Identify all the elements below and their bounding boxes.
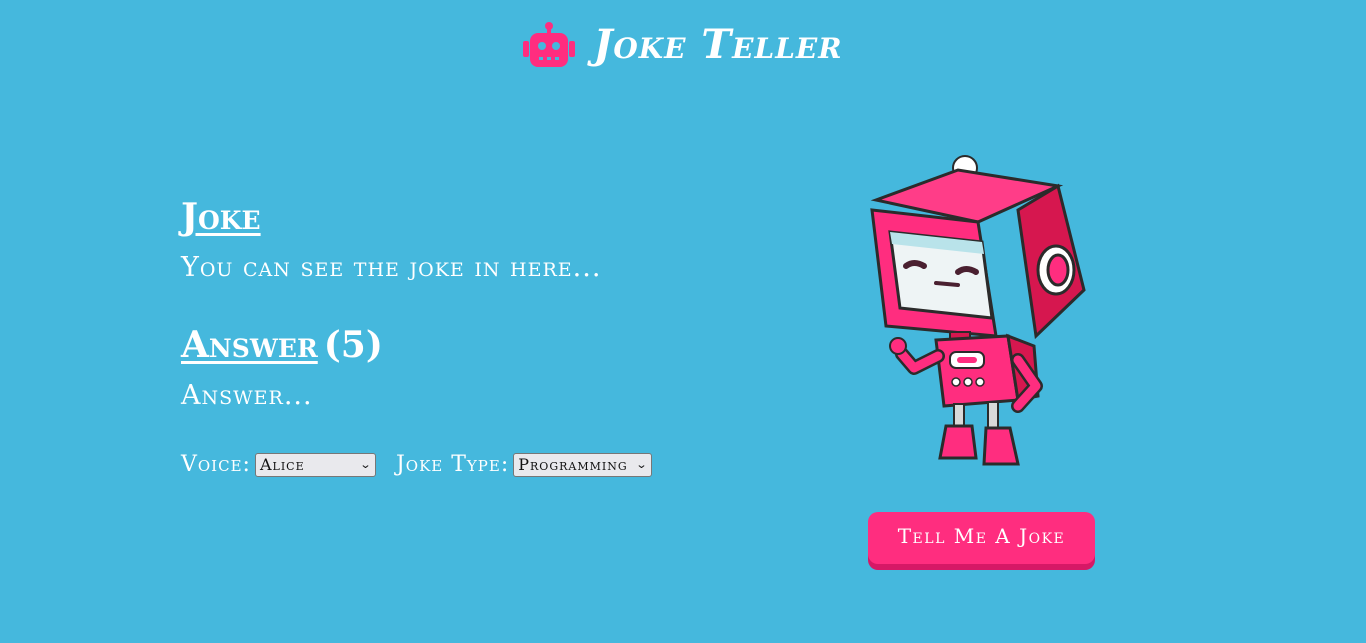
joke-type-select[interactable]: Programming ⌄ (513, 452, 653, 477)
answer-heading-label: Answer (181, 324, 318, 366)
page-title: Joke Teller (593, 21, 843, 68)
joke-text: You can see the joke in here... (181, 252, 602, 283)
chevron-down-icon: ⌄ (635, 458, 649, 471)
joke-heading: Joke (181, 192, 741, 242)
answer-countdown: (5) (323, 324, 383, 366)
answer-heading: Answer (5) (181, 320, 741, 370)
joke-panel: Joke You can see the joke in here... Ans… (181, 192, 741, 477)
joke-type-select-value: Programming (518, 455, 628, 474)
robot-icon (523, 21, 576, 69)
answer-text: Answer... (181, 380, 313, 411)
joke-heading-label: Joke (181, 196, 261, 238)
app-header: Joke Teller (0, 18, 1366, 72)
voice-select-value: Alice (259, 455, 305, 474)
tell-joke-button[interactable]: Tell Me A Joke (868, 512, 1095, 564)
chevron-down-icon: ⌄ (359, 458, 373, 471)
voice-label: Voice: (181, 452, 251, 477)
joke-type-label: Joke Type: (395, 452, 510, 477)
answer-section: Answer (5) Answer... (181, 320, 741, 416)
robot-illustration (858, 150, 1098, 480)
options-bar: Voice: Alice ⌄ Joke Type: Programming ⌄ (181, 452, 741, 477)
voice-select[interactable]: Alice ⌄ (254, 452, 376, 477)
